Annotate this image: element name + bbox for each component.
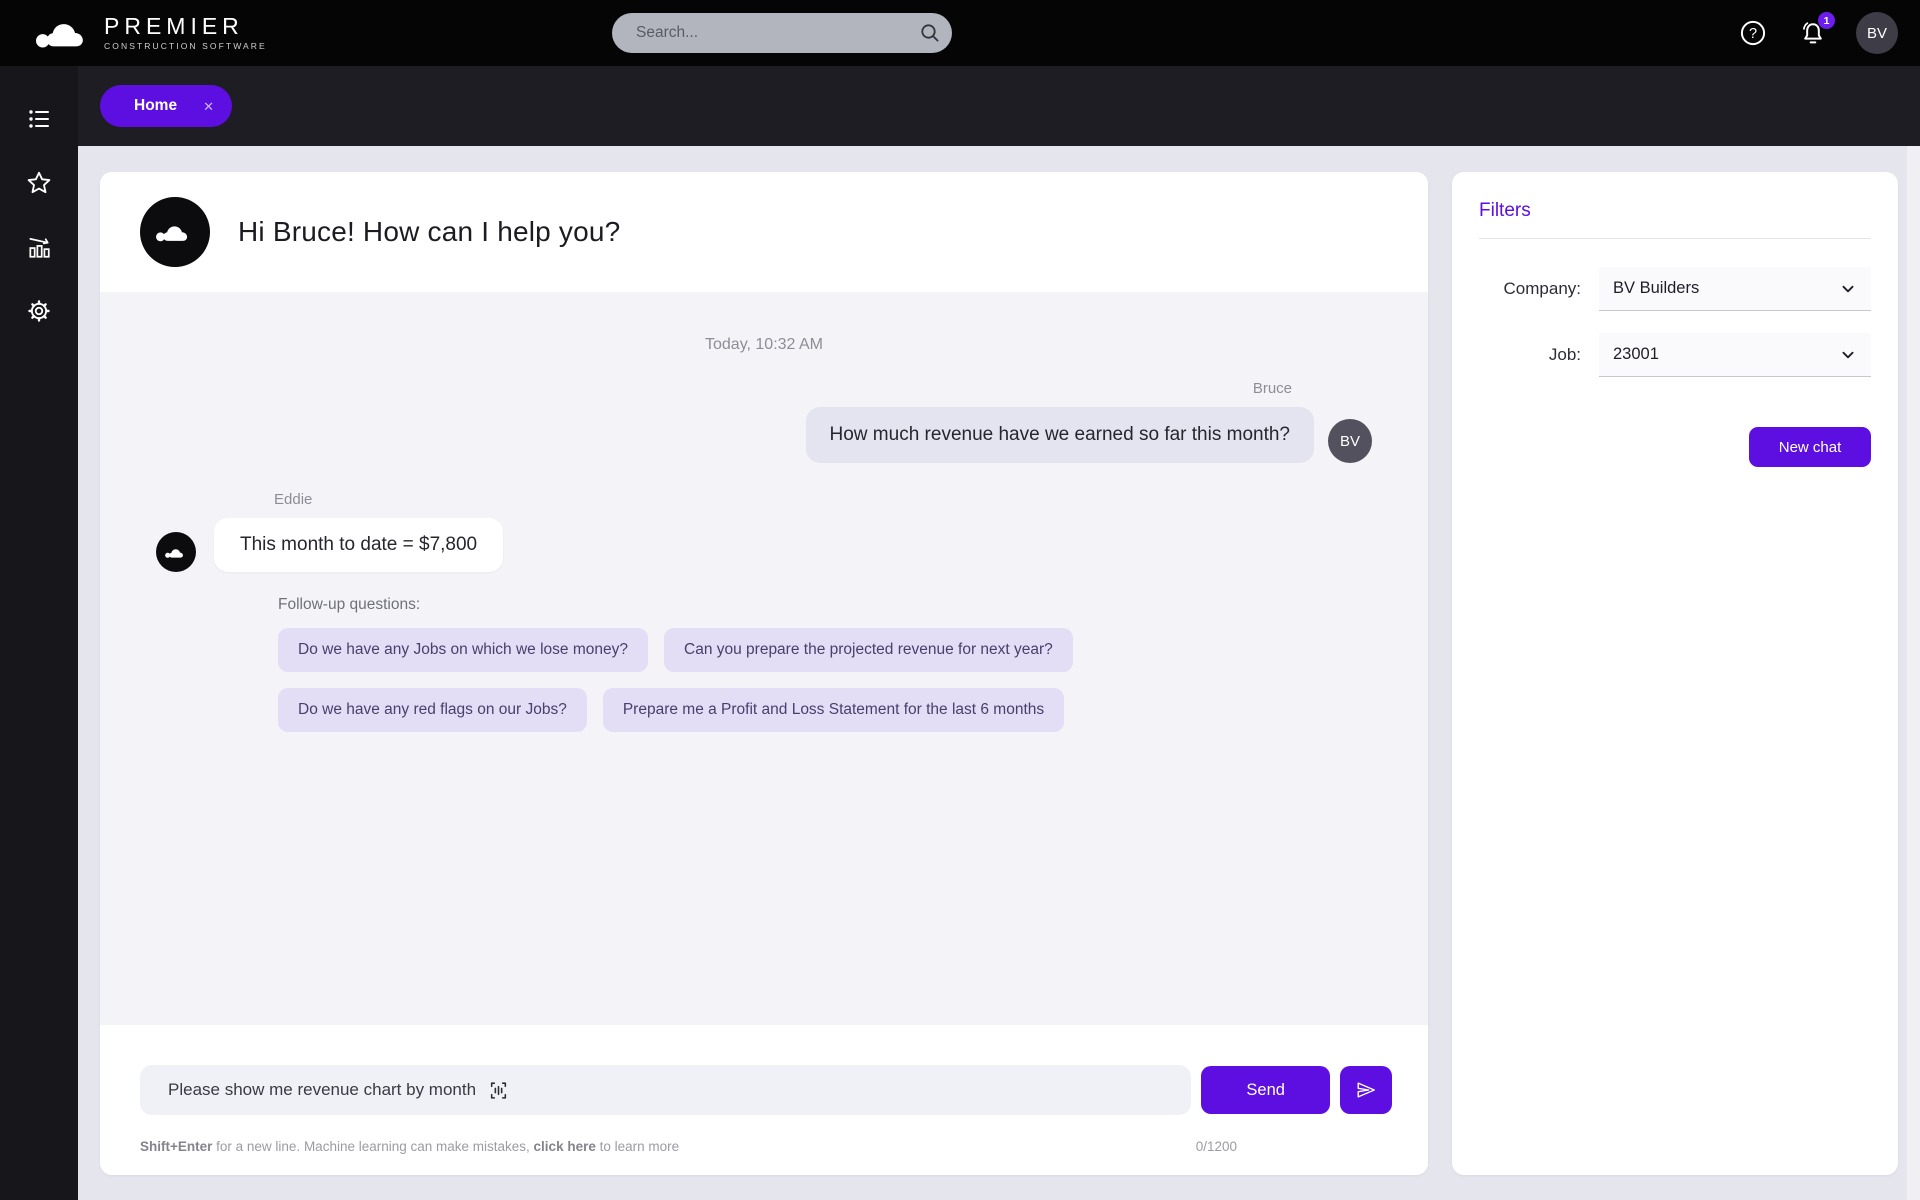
composer-hint: Shift+Enter for a new line. Machine lear… <box>140 1139 679 1154</box>
new-chat-button[interactable]: New chat <box>1749 427 1871 467</box>
followup-chip[interactable]: Can you prepare the projected revenue fo… <box>664 628 1073 672</box>
chat-panel: Hi Bruce! How can I help you? Today, 10:… <box>100 172 1428 1175</box>
message-author: Eddie <box>274 491 1372 508</box>
message-user: Bruce How much revenue have we earned so… <box>156 380 1372 463</box>
list-icon <box>27 107 51 131</box>
char-counter: 0/1200 <box>1196 1139 1237 1154</box>
scrollbar[interactable] <box>1907 146 1920 1200</box>
assistant-avatar <box>140 197 210 267</box>
job-select[interactable]: 23001 <box>1599 333 1871 377</box>
chat-timestamp: Today, 10:32 AM <box>156 336 1372 354</box>
message-assistant: Eddie This month to date = $7,800 <box>156 491 1372 572</box>
sidebar-item-reports[interactable] <box>24 232 54 262</box>
brand-name: PREMIER <box>104 15 267 38</box>
assistant-message-avatar <box>156 532 196 572</box>
job-label: Job: <box>1479 345 1599 365</box>
divider <box>1479 238 1871 239</box>
message-bubble: How much revenue have we earned so far t… <box>806 407 1314 463</box>
cloud-logo-icon <box>36 15 94 51</box>
brand-tagline: CONSTRUCTION SOFTWARE <box>104 41 267 51</box>
tab-home-label: Home <box>134 97 177 115</box>
notification-badge: 1 <box>1818 12 1835 29</box>
brand-logo: PREMIER CONSTRUCTION SOFTWARE <box>36 15 267 51</box>
followup-chip[interactable]: Do we have any Jobs on which we lose mon… <box>278 628 648 672</box>
send-button[interactable]: Send <box>1201 1066 1330 1114</box>
job-value: 23001 <box>1613 345 1659 364</box>
user-message-avatar: BV <box>1328 419 1372 463</box>
top-bar: PREMIER CONSTRUCTION SOFTWARE ? 1 <box>0 0 1920 66</box>
message-author: Bruce <box>1253 380 1292 397</box>
left-sidebar <box>0 66 78 1200</box>
cloud-icon <box>164 545 188 560</box>
company-value: BV Builders <box>1613 279 1699 298</box>
filters-title: Filters <box>1479 200 1871 222</box>
hint-shortcut: Shift+Enter <box>140 1139 212 1154</box>
svg-text:?: ? <box>1749 26 1757 42</box>
notifications-button[interactable]: 1 <box>1796 16 1830 50</box>
company-label: Company: <box>1479 279 1599 299</box>
followup-chip[interactable]: Prepare me a Profit and Loss Statement f… <box>603 688 1064 732</box>
message-bubble: This month to date = $7,800 <box>214 518 503 572</box>
bar-chart-icon <box>26 234 52 260</box>
message-input[interactable]: Please show me revenue chart by month <box>140 1065 1191 1115</box>
paper-plane-icon <box>1355 1079 1377 1101</box>
gear-icon <box>26 298 52 324</box>
company-select[interactable]: BV Builders <box>1599 267 1871 311</box>
star-icon <box>26 170 52 196</box>
message-input-value: Please show me revenue chart by month <box>168 1080 476 1100</box>
topbar-actions: ? 1 BV <box>1736 0 1898 66</box>
filters-panel: Filters Company: BV Builders Job: 23001 … <box>1452 172 1898 1175</box>
hint-link[interactable]: click here <box>534 1139 596 1154</box>
chevron-down-icon <box>1837 344 1859 366</box>
help-button[interactable]: ? <box>1736 16 1770 50</box>
global-search[interactable] <box>612 13 952 53</box>
sidebar-item-settings[interactable] <box>24 296 54 326</box>
hint-text: to learn more <box>596 1139 679 1154</box>
main-content: Hi Bruce! How can I help you? Today, 10:… <box>78 146 1920 1200</box>
chat-greeting: Hi Bruce! How can I help you? <box>238 216 620 248</box>
user-avatar[interactable]: BV <box>1856 12 1898 54</box>
send-icon-button[interactable] <box>1340 1066 1392 1114</box>
hint-text: for a new line. Machine learning can mak… <box>212 1139 533 1154</box>
chevron-down-icon <box>1837 278 1859 300</box>
chat-messages: Today, 10:32 AM Bruce How much revenue h… <box>100 292 1428 1025</box>
voice-input-icon[interactable] <box>488 1080 509 1101</box>
cloud-icon <box>154 219 196 245</box>
company-filter-row: Company: BV Builders <box>1479 267 1871 311</box>
followup-section: Follow-up questions: Do we have any Jobs… <box>278 596 1372 732</box>
chat-composer: Please show me revenue chart by month Se… <box>100 1025 1428 1175</box>
chat-header: Hi Bruce! How can I help you? <box>100 172 1428 292</box>
search-input[interactable] <box>612 24 908 42</box>
sidebar-item-favorites[interactable] <box>24 168 54 198</box>
tab-bar: Home ✕ <box>78 66 1920 146</box>
tab-home[interactable]: Home ✕ <box>100 85 232 127</box>
job-filter-row: Job: 23001 <box>1479 333 1871 377</box>
followup-chip[interactable]: Do we have any red flags on our Jobs? <box>278 688 587 732</box>
sidebar-item-list[interactable] <box>24 104 54 134</box>
question-icon: ? <box>1739 19 1767 47</box>
close-icon[interactable]: ✕ <box>203 100 214 113</box>
followup-label: Follow-up questions: <box>278 596 1372 614</box>
search-icon[interactable] <box>908 13 952 53</box>
